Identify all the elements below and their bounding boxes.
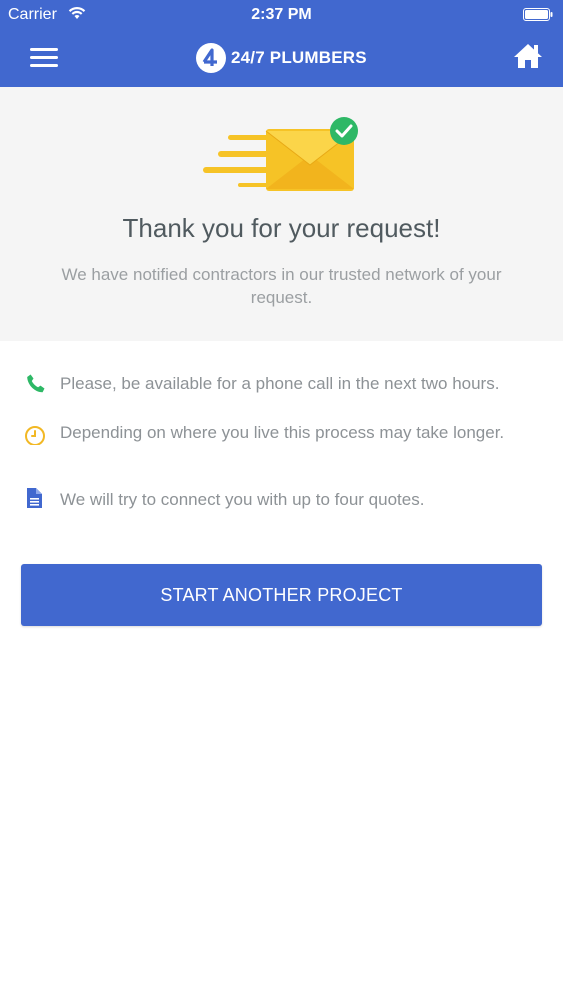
nav-bar: 24/7 PLUMBERS <box>0 30 563 87</box>
document-icon <box>27 488 42 508</box>
start-another-project-button[interactable]: START ANOTHER PROJECT <box>21 564 542 626</box>
page-title: Thank you for your request! <box>122 213 441 243</box>
confirmation-hero: Thank you for your request! We have noti… <box>0 87 563 341</box>
brand-name: 24/7 PLUMBERS <box>231 48 367 67</box>
info-text: Depending on where you live this process… <box>60 423 505 442</box>
clock-time: 2:37 PM <box>251 6 312 23</box>
menu-button[interactable] <box>28 44 60 72</box>
info-text: We will try to connect you with up to fo… <box>60 490 425 509</box>
brand-logo[interactable]: 24/7 PLUMBERS <box>195 41 367 75</box>
status-bar: Carrier 2:37 PM <box>0 0 563 30</box>
envelope-sent-check-icon <box>203 117 358 191</box>
clock-icon <box>25 426 45 445</box>
hamburger-menu-icon <box>30 48 58 51</box>
phone-icon <box>27 374 45 393</box>
brand-logo-icon <box>196 43 226 73</box>
info-text: Please, be available for a phone call in… <box>60 374 500 393</box>
confirmation-subtitle: We have notified contractors in our trus… <box>61 265 502 307</box>
home-icon[interactable] <box>513 42 543 70</box>
battery-icon <box>523 8 553 21</box>
